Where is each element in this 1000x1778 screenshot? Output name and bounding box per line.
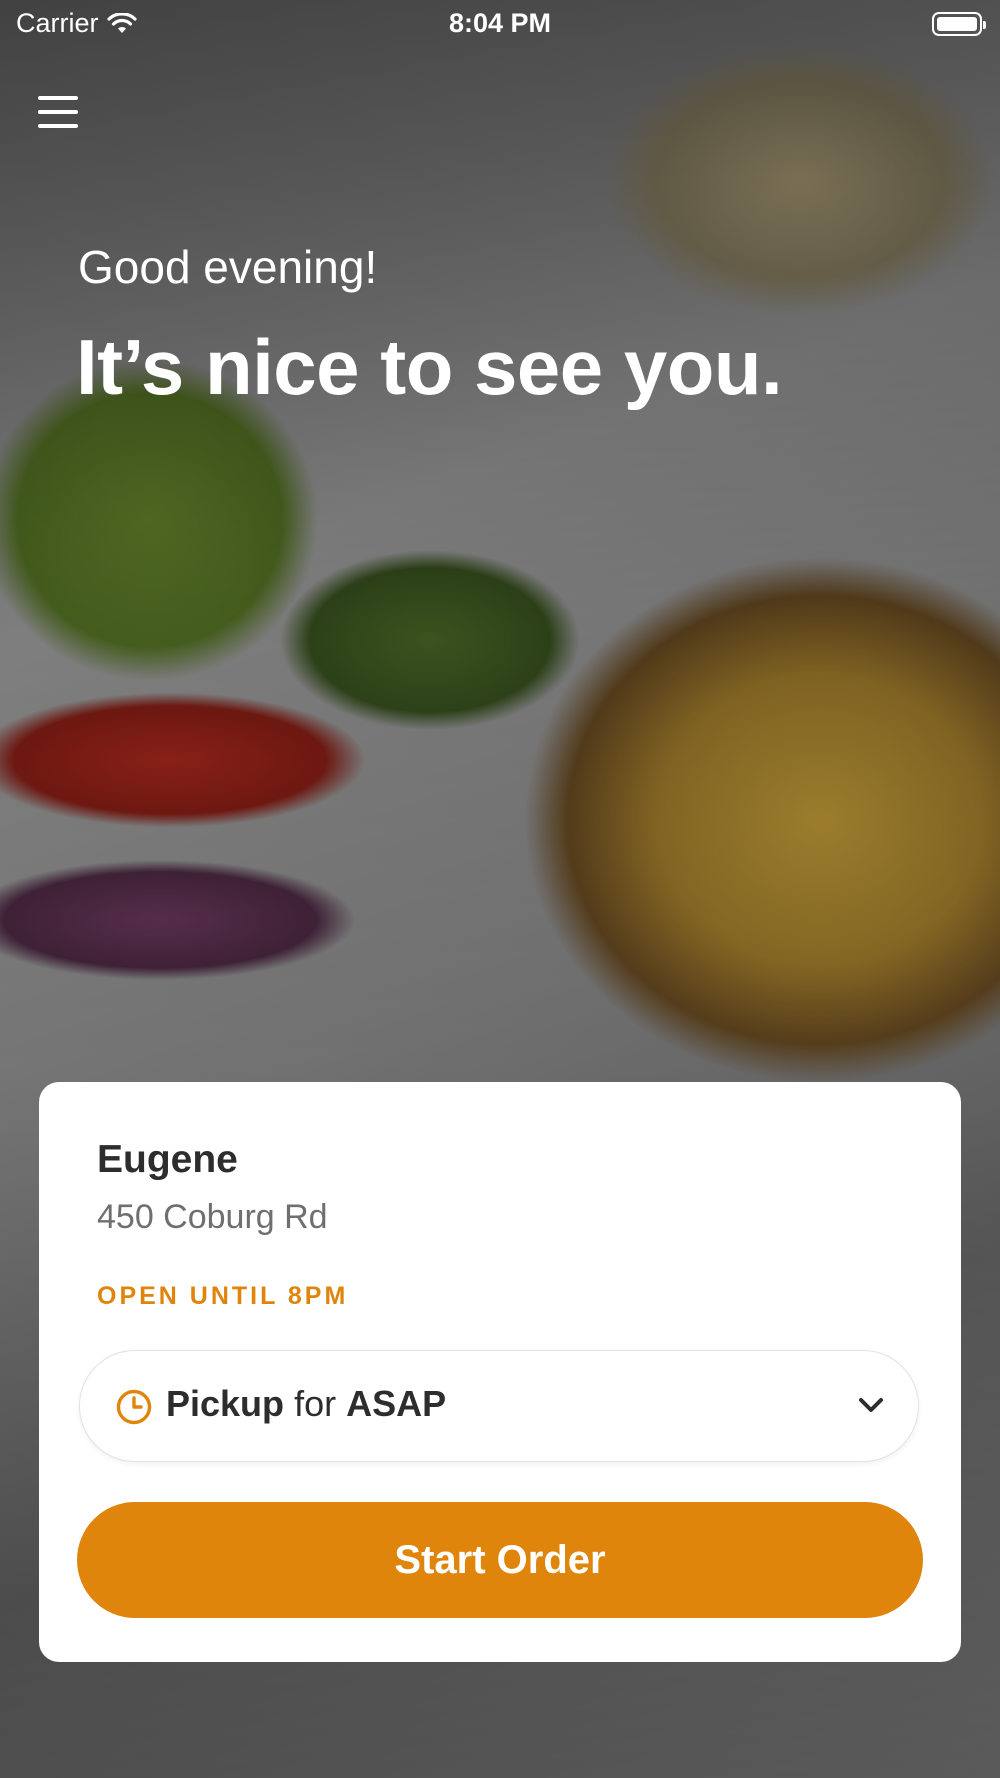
order-mode-text: Pickup for ASAP: [166, 1383, 446, 1425]
menu-bar-middle: [38, 110, 78, 114]
order-mode-connector: for: [294, 1383, 337, 1424]
store-address: 450 Coburg Rd: [97, 1198, 328, 1236]
menu-bar-top: [38, 96, 78, 100]
store-name: Eugene: [97, 1138, 238, 1181]
start-order-button[interactable]: Start Order: [77, 1502, 923, 1618]
location-card: Eugene 450 Coburg Rd OPEN UNTIL 8PM Pick…: [39, 1082, 961, 1662]
status-bar: Carrier 8:04 PM: [0, 0, 1000, 50]
status-time: 8:04 PM: [448, 8, 552, 38]
battery-icon: [932, 12, 986, 36]
greeting-headline: It’s nice to see you.: [76, 323, 783, 411]
clock-icon: [116, 1389, 152, 1425]
order-mode-selector[interactable]: Pickup for ASAP: [79, 1350, 919, 1462]
order-mode-time: ASAP: [346, 1383, 447, 1424]
chevron-down-icon: [859, 1398, 883, 1412]
hamburger-menu-icon[interactable]: [38, 96, 78, 130]
greeting-salutation: Good evening!: [78, 241, 378, 293]
menu-bar-bottom: [38, 124, 78, 128]
store-hours: OPEN UNTIL 8PM: [97, 1282, 349, 1310]
order-mode-type: Pickup: [166, 1383, 285, 1424]
